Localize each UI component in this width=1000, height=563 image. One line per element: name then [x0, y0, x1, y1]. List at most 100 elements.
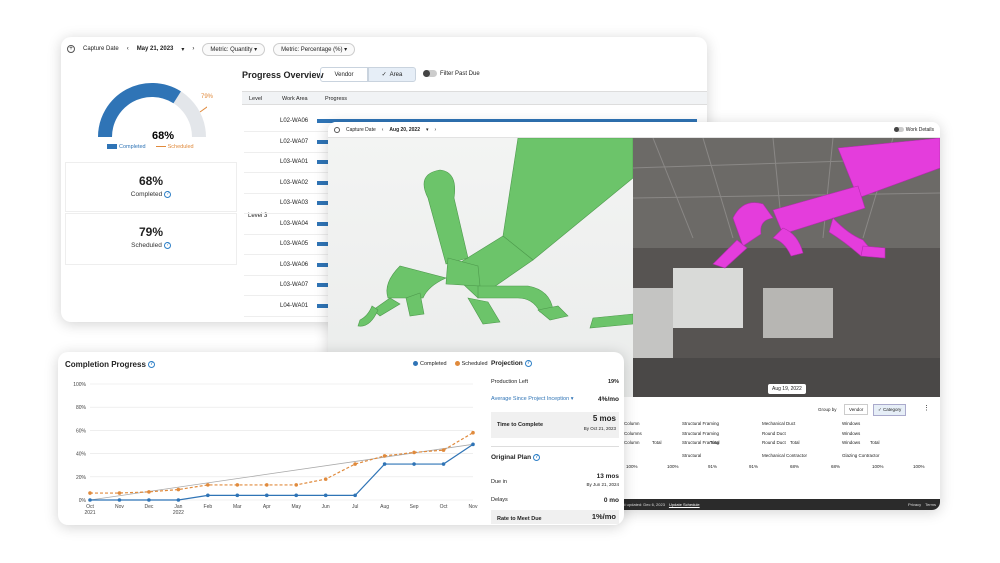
data-point — [382, 454, 387, 458]
data-point — [117, 491, 122, 495]
prev-date-icon[interactable]: ‹ — [382, 127, 384, 133]
viewer-capture-date[interactable]: Aug 20, 2022 — [389, 127, 420, 133]
y-tick-label: 40% — [76, 452, 87, 458]
production-left-label: Production Left — [491, 379, 528, 385]
work-details-toggle[interactable]: Work Details — [893, 127, 934, 133]
rate-value: 1%/mo — [591, 512, 616, 521]
group-vendor-button[interactable]: Vendor — [844, 404, 869, 415]
more-options-icon[interactable]: ⋮ — [923, 404, 930, 412]
data-point — [264, 493, 269, 498]
metric-percentage-select[interactable]: Metric: Percentage (%) ▾ — [273, 42, 356, 56]
work-area-row[interactable]: L03-WA04 — [280, 214, 308, 234]
data-point — [471, 430, 475, 435]
divider — [491, 446, 619, 447]
scheduled-label: Scheduled? — [66, 242, 236, 249]
data-point — [206, 483, 210, 487]
toggle-area[interactable]: ✓ Area — [368, 67, 416, 82]
data-point — [353, 462, 357, 466]
work-area-row[interactable]: L03-WA02 — [280, 173, 308, 193]
category-header[interactable]: Windows — [842, 421, 860, 426]
work-area-row[interactable]: L02-WA06 — [280, 111, 308, 131]
category-header[interactable]: Mechanical Duct — [762, 421, 795, 426]
completion-chart: 0%20%40%60%80%100%Oct 2021Nov Dec Jan 2022Fe… — [73, 382, 478, 516]
toggle-area-label: Area — [389, 71, 403, 78]
chevron-down-icon[interactable]: ▾ — [181, 46, 184, 53]
work-area-row[interactable]: L03-WA05 — [280, 234, 308, 254]
category-sub: Column — [624, 440, 640, 445]
chart-legend: Completed Scheduled — [413, 361, 488, 367]
production-left-row: Production Left 19% — [491, 379, 619, 385]
info-icon[interactable]: ? — [164, 191, 172, 198]
add-icon[interactable]: + — [67, 45, 75, 53]
prev-date-icon[interactable]: ‹ — [127, 46, 129, 52]
info-icon[interactable]: ? — [533, 454, 541, 461]
data-point — [353, 493, 357, 498]
work-area-row[interactable]: L03-WA06 — [280, 255, 308, 275]
metric-quantity-select[interactable]: Metric: Quantity ▾ — [202, 42, 266, 56]
data-point — [412, 450, 416, 455]
info-icon[interactable]: ? — [147, 361, 155, 369]
category-sub: Windows — [842, 440, 861, 445]
delays-value: 0 mo — [603, 497, 619, 504]
info-icon[interactable]: ? — [524, 360, 532, 367]
work-area-row[interactable]: L03-WA03 — [280, 193, 308, 213]
add-icon[interactable] — [334, 126, 340, 133]
category-value: 100% — [667, 464, 679, 469]
data-point — [264, 483, 269, 487]
due-value: 13 mos — [596, 473, 619, 480]
group-category-button[interactable]: ✓ Category — [873, 404, 907, 416]
terms-link[interactable]: Terms — [925, 502, 936, 507]
next-date-icon[interactable]: › — [192, 46, 194, 52]
data-point — [382, 462, 387, 466]
progress-overview-title: Progress Overview — [242, 70, 324, 80]
time-date: By Oct 21, 2023 — [583, 426, 616, 431]
work-area-row[interactable]: L04-WA01 — [280, 296, 308, 316]
contractor-label: Glazing Contractor — [842, 453, 880, 458]
toggle-vendor[interactable]: Vendor — [320, 67, 368, 82]
average-select[interactable]: Average Since Project Inception ▾ — [491, 396, 573, 402]
x-tick-label: May — [292, 504, 302, 510]
scheduled-value: 79% — [138, 225, 164, 239]
category-value: 100% — [872, 464, 884, 469]
legend-scheduled: Scheduled — [454, 361, 488, 367]
col-level: Level — [249, 96, 263, 102]
viewer-footer: Last updated: Dec 6, 2023 Update Schedul… — [598, 499, 940, 510]
update-schedule-link[interactable]: Update Schedule — [669, 502, 700, 507]
filter-past-due-toggle[interactable]: Filter Past Due — [423, 70, 480, 77]
chevron-down-icon[interactable]: ▾ — [426, 127, 429, 133]
data-point — [176, 487, 181, 492]
site-photo-view[interactable] — [633, 138, 940, 397]
toggle-switch-icon[interactable] — [423, 70, 437, 77]
work-area-row[interactable]: L02-WA07 — [280, 132, 308, 152]
completion-title: Completion Progress? — [65, 360, 155, 369]
next-date-icon[interactable]: › — [435, 127, 437, 133]
category-header[interactable]: Column — [624, 421, 640, 426]
legend-completed: Completed — [413, 361, 447, 367]
work-area-row[interactable]: L03-WA01 — [280, 152, 308, 172]
toggle-switch-icon[interactable] — [893, 127, 904, 132]
rate-row: Rate to Meet Due 1%/mo — [491, 510, 619, 524]
rate-label: Rate to Meet Due — [497, 516, 542, 522]
category-sub: Columns — [624, 431, 642, 436]
privacy-link[interactable]: Privacy — [908, 502, 921, 507]
check-icon: ✓ — [381, 72, 387, 78]
x-tick-label: Apr — [263, 504, 271, 510]
capture-date-select[interactable]: May 21, 2023 — [137, 46, 174, 52]
data-point — [294, 483, 299, 487]
contractor-label: Structural — [682, 453, 702, 458]
scheduled-stat: 79% Scheduled? — [65, 213, 237, 265]
average-row: Average Since Project Inception ▾ 4%/mo — [491, 396, 619, 403]
legend-scheduled: Scheduled — [155, 144, 194, 150]
time-value: 5 mos — [592, 414, 616, 423]
data-point — [441, 448, 446, 452]
category-sub: Windows — [842, 431, 861, 436]
data-point — [471, 442, 475, 447]
category-header[interactable]: Structural Framing — [682, 421, 719, 426]
work-area-row[interactable]: L03-WA07 — [280, 275, 308, 295]
work-area-row[interactable]: L04-WA02 — [280, 316, 308, 322]
total-label: Total — [790, 440, 800, 445]
x-tick-label: Jan 2022 — [173, 504, 184, 516]
photo-date-badge: Aug 19, 2022 — [768, 384, 806, 394]
info-icon[interactable]: ? — [163, 242, 171, 249]
production-left-value: 19% — [607, 379, 619, 385]
